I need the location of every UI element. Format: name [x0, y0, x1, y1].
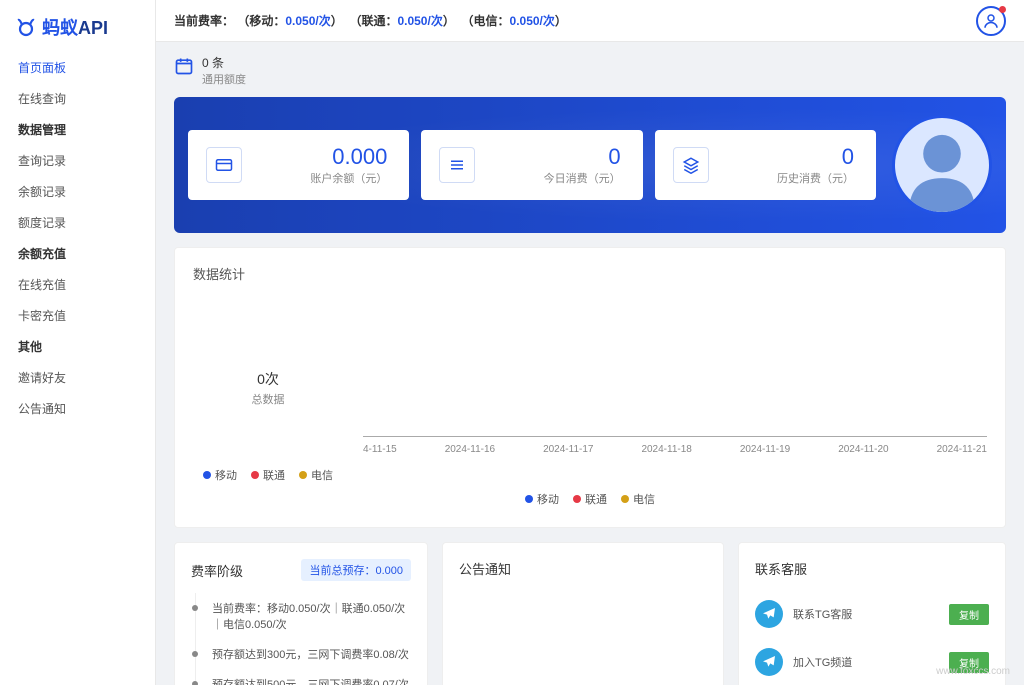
menu-icon: [439, 147, 475, 183]
tier-title: 费率阶级: [191, 561, 243, 580]
stat-value: 0.000: [310, 144, 387, 170]
nav-heading: 余额充值: [0, 238, 155, 269]
rate-info: 当前费率： （移动：0.050/次） （联通：0.050/次） （电信：0.05…: [174, 12, 567, 29]
stat-card: 0今日消费（元）: [421, 130, 642, 200]
contact-item: 联系TG客服复制: [755, 590, 989, 638]
user-icon: [982, 12, 1000, 30]
nav: 首页面板在线查询数据管理查询记录余额记录额度记录余额充值在线充值卡密充值其他邀请…: [0, 52, 155, 424]
tier-item: 预存额达到500元，三网下调费率0.07/次: [196, 669, 411, 685]
person-icon: [895, 118, 989, 212]
tier-panel: 费率阶级 当前总预存：0.000 当前费率：移动0.050/次｜联通0.050/…: [174, 542, 428, 685]
quota-label: 通用额度: [202, 71, 246, 87]
nav-item[interactable]: 查询记录: [0, 145, 155, 176]
quota-row: 0 条 通用额度: [174, 54, 1006, 87]
chart-total: 0次 总数据 移动联通电信: [193, 299, 343, 483]
nav-item[interactable]: 公告通知: [0, 393, 155, 424]
chart-area: 4-11-15 2024-11-16 2024-11-17 2024-11-18 202…: [363, 299, 987, 459]
stat-label: 今日消费（元）: [544, 170, 621, 186]
logo: 蚂蚁API: [0, 8, 155, 52]
tier-badge: 当前总预存：0.000: [301, 559, 411, 581]
copy-button[interactable]: 复制: [949, 604, 989, 625]
stats-banner: 0.000账户余额（元）0今日消费（元）0历史消费（元）: [174, 97, 1006, 233]
legend-item: 联通: [573, 491, 607, 507]
nav-item[interactable]: 在线充值: [0, 269, 155, 300]
x-tick: 2024-11-17: [543, 444, 593, 455]
x-tick: 2024-11-18: [641, 444, 691, 455]
nav-item[interactable]: 首页面板: [0, 52, 155, 83]
contact-panel: 联系客服 联系TG客服复制加入TG频道复制TG机器人复制: [738, 542, 1006, 685]
notice-title: 公告通知: [459, 559, 707, 578]
topbar: 当前费率： （移动：0.050/次） （联通：0.050/次） （电信：0.05…: [156, 0, 1024, 42]
nav-item[interactable]: 额度记录: [0, 207, 155, 238]
telegram-icon: [755, 648, 783, 676]
stat-card: 0历史消费（元）: [655, 130, 876, 200]
stat-value: 0: [544, 144, 621, 170]
nav-item[interactable]: 余额记录: [0, 176, 155, 207]
legend-item: 移动: [203, 467, 237, 483]
card-icon: [206, 147, 242, 183]
legend-item: 电信: [299, 467, 333, 483]
contact-label: 联系TG客服: [793, 606, 939, 622]
stat-value: 0: [777, 144, 854, 170]
contact-label: 加入TG频道: [793, 654, 939, 670]
layers-icon: [673, 147, 709, 183]
stat-label: 历史消费（元）: [777, 170, 854, 186]
x-tick: 2024-11-19: [740, 444, 790, 455]
logo-text: 蚂蚁API: [42, 14, 108, 40]
avatar-large: [892, 115, 992, 215]
stat-card: 0.000账户余额（元）: [188, 130, 409, 200]
ant-logo-icon: [14, 15, 38, 39]
x-tick: 2024-11-21: [937, 444, 987, 455]
x-tick: 4-11-15: [363, 444, 397, 455]
tier-item: 当前费率：移动0.050/次｜联通0.050/次｜电信0.050/次: [196, 593, 411, 639]
legend-item: 电信: [621, 491, 655, 507]
contact-title: 联系客服: [755, 559, 989, 578]
calendar-icon: [174, 56, 194, 76]
nav-item[interactable]: 在线查询: [0, 83, 155, 114]
x-tick: 2024-11-20: [838, 444, 888, 455]
contact-item: 加入TG频道复制: [755, 638, 989, 685]
chart-title: 数据统计: [193, 264, 987, 283]
chart-legend: 移动联通电信: [193, 491, 987, 507]
nav-heading: 数据管理: [0, 114, 155, 145]
tier-item: 预存额达到300元，三网下调费率0.08/次: [196, 639, 411, 669]
legend-item: 联通: [251, 467, 285, 483]
notice-panel: 公告通知: [442, 542, 724, 685]
nav-item[interactable]: 邀请好友: [0, 362, 155, 393]
quota-count: 0 条: [202, 54, 246, 71]
user-avatar-button[interactable]: [976, 6, 1006, 36]
nav-heading: 其他: [0, 331, 155, 362]
stat-label: 账户余额（元）: [310, 170, 387, 186]
chart-card: 数据统计 0次 总数据 移动联通电信 4-11-15 2024-11-16 2024…: [174, 247, 1006, 528]
sidebar: 蚂蚁API 首页面板在线查询数据管理查询记录余额记录额度记录余额充值在线充值卡密…: [0, 0, 156, 685]
watermark: www.foxccs.com: [936, 666, 1010, 677]
telegram-icon: [755, 600, 783, 628]
nav-item[interactable]: 卡密充值: [0, 300, 155, 331]
legend-item: 移动: [525, 491, 559, 507]
x-tick: 2024-11-16: [445, 444, 495, 455]
